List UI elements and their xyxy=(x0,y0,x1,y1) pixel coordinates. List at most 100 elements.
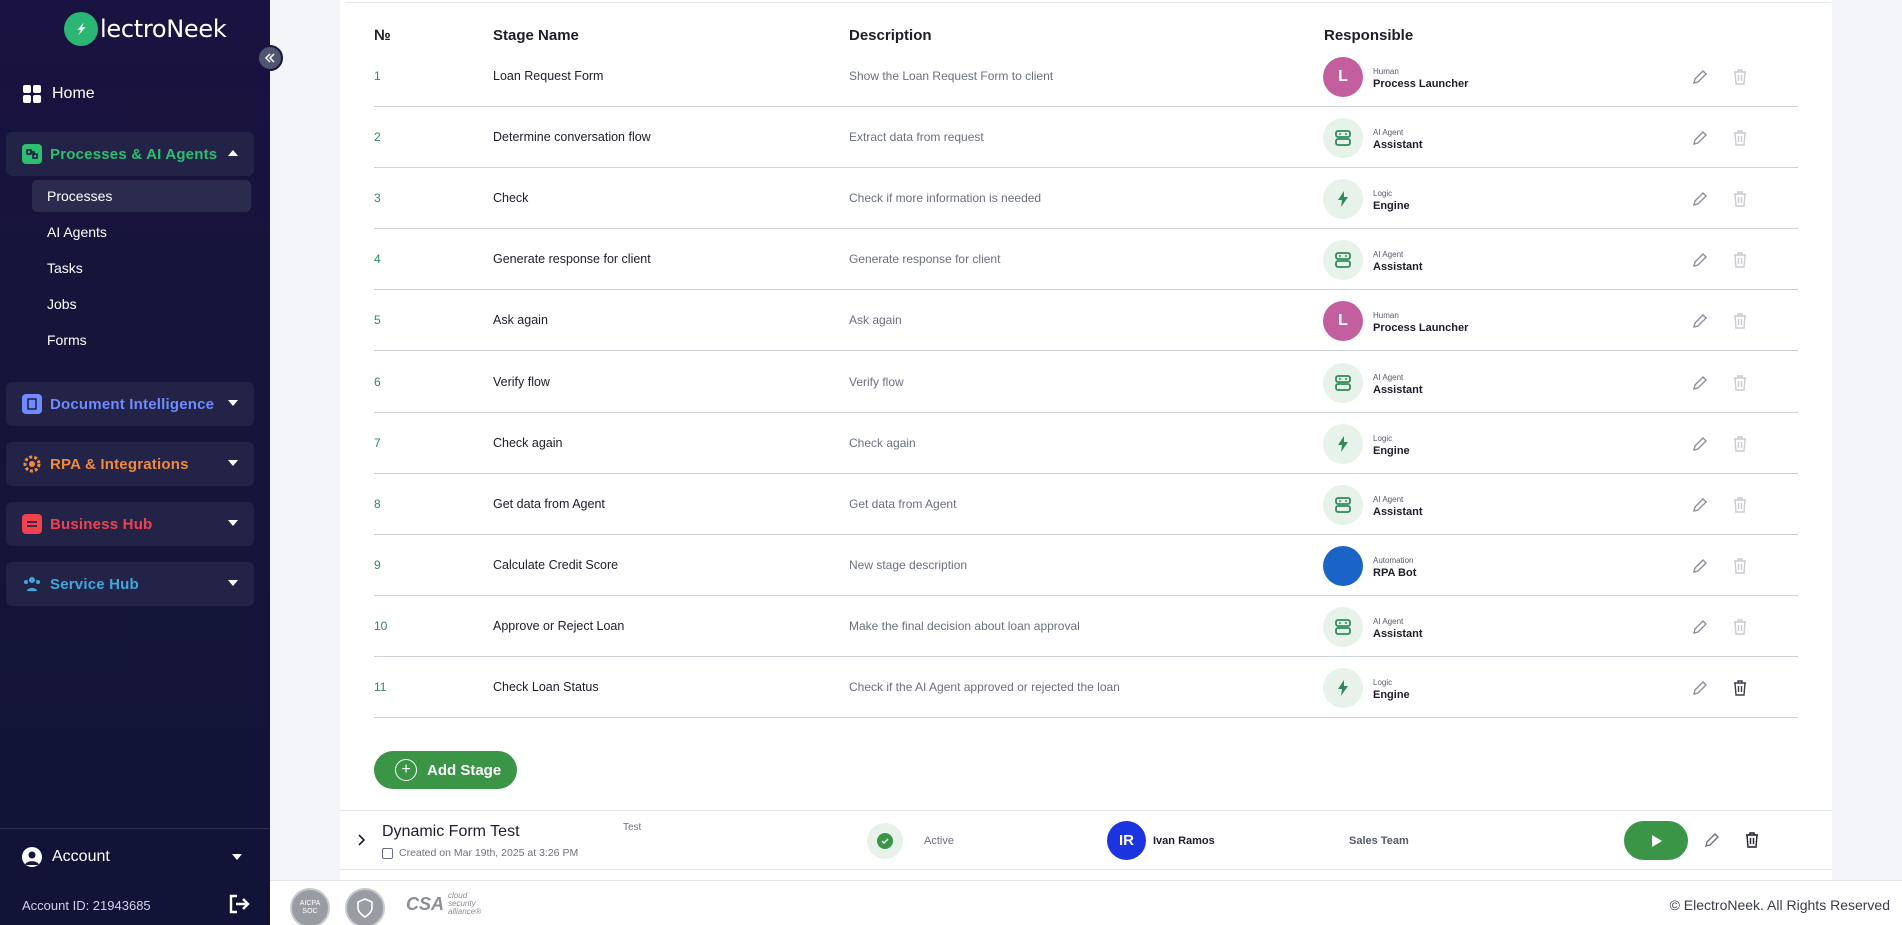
add-stage-button[interactable]: + Add Stage xyxy=(374,751,517,789)
nav-group-document-intelligence[interactable]: Document Intelligence xyxy=(6,382,254,426)
stage-number: 3 xyxy=(374,191,381,206)
responsible-name: RPA Bot xyxy=(1373,566,1417,579)
stage-number: 5 xyxy=(374,313,381,328)
edit-icon[interactable] xyxy=(1690,67,1710,87)
chevron-up-icon xyxy=(228,150,238,156)
nav-group-label: Document Intelligence xyxy=(50,395,215,413)
account-label: Account xyxy=(52,848,110,865)
edit-icon[interactable] xyxy=(1690,311,1710,331)
trash-icon[interactable] xyxy=(1730,189,1750,209)
sidebar-item-ai-agents[interactable]: AI Agents xyxy=(32,216,251,248)
stage-number: 6 xyxy=(374,374,381,389)
responsible-type: AI Agent xyxy=(1373,250,1404,260)
table-row[interactable]: 9 Calculate Credit Score New stage descrip… xyxy=(374,535,1798,596)
people-icon xyxy=(22,574,42,594)
process-created-text: Created on Mar 19th, 2025 at 3:26 PM xyxy=(399,847,579,859)
stage-name: Approve or Reject Loan xyxy=(493,618,625,633)
avatar: L xyxy=(1323,301,1363,342)
account-menu[interactable]: Account xyxy=(22,845,242,869)
run-process-button[interactable] xyxy=(1624,821,1688,860)
stage-name: Generate response for client xyxy=(493,252,651,267)
trash-icon[interactable] xyxy=(1730,617,1750,637)
responsible-name: Assistant xyxy=(1373,505,1423,518)
chevron-right-icon[interactable] xyxy=(352,831,370,849)
nav-group-label: RPA & Integrations xyxy=(50,455,189,473)
trash-icon[interactable] xyxy=(1730,373,1750,393)
ai-agent-icon xyxy=(1323,484,1363,525)
trash-icon[interactable] xyxy=(1730,434,1750,454)
user-icon xyxy=(22,847,42,867)
nav-group-label: Processes & AI Agents xyxy=(50,145,218,163)
trash-icon[interactable] xyxy=(1730,67,1750,87)
chevron-down-icon xyxy=(228,400,238,406)
stage-description: Generate response for client xyxy=(849,252,1001,267)
edit-icon[interactable] xyxy=(1690,617,1710,637)
responsible-name: Assistant xyxy=(1373,261,1423,274)
nav-group-business-hub[interactable]: Business Hub xyxy=(6,502,254,546)
edit-icon[interactable] xyxy=(1690,189,1710,209)
table-row[interactable]: 2 Determine conversation flow Extract data… xyxy=(374,107,1798,169)
collapse-sidebar-button[interactable] xyxy=(257,45,283,71)
table-row[interactable]: 5 Ask again Ask again L Human Process Launche… xyxy=(374,290,1798,352)
sidebar-item-jobs[interactable]: Jobs xyxy=(32,288,251,320)
column-header-stage-name: Stage Name xyxy=(493,27,579,44)
table-row[interactable]: 6 Verify flow Verify flow AI Agent Assistant xyxy=(374,352,1798,413)
copyright: © ElectroNeek. All Rights Reserved xyxy=(1669,897,1890,913)
stage-description: Make the final decision about loan appro… xyxy=(849,618,1080,633)
table-row[interactable]: 8 Get data from Agent Get data from Agent A… xyxy=(374,474,1798,535)
stage-description: Check again xyxy=(849,435,916,450)
edit-icon[interactable] xyxy=(1690,495,1710,515)
column-header-description: Description xyxy=(849,27,932,44)
process-title[interactable]: Dynamic Form Test xyxy=(382,823,520,841)
edit-icon[interactable] xyxy=(1690,678,1710,698)
table-row[interactable]: 3 Check Check if more information is neede… xyxy=(374,168,1798,230)
edit-icon[interactable] xyxy=(1690,373,1710,393)
trash-icon[interactable] xyxy=(1742,830,1762,850)
stage-name: Check Loan Status xyxy=(493,680,599,694)
edit-icon[interactable] xyxy=(1690,128,1710,148)
edit-icon[interactable] xyxy=(1702,830,1722,850)
trash-icon[interactable] xyxy=(1730,495,1750,515)
trash-icon[interactable] xyxy=(1730,556,1750,576)
avatar: L xyxy=(1323,57,1363,97)
divider xyxy=(0,828,270,829)
shield-icon xyxy=(357,898,373,918)
trash-icon[interactable] xyxy=(1730,311,1750,331)
responsible-name: Assistant xyxy=(1373,627,1423,640)
table-row[interactable]: 7 Check again Check again Logic Engine xyxy=(374,413,1798,474)
processes-icon xyxy=(22,144,42,164)
edit-icon[interactable] xyxy=(1690,556,1710,576)
nav-group-service-hub[interactable]: Service Hub xyxy=(6,562,254,606)
sidebar: lectroNeek Home Processes & AI Agents Pr… xyxy=(0,0,270,925)
process-row[interactable]: Dynamic Form Test Created on Mar 19th, 2… xyxy=(340,810,1832,870)
stage-name: Loan Request Form xyxy=(493,69,604,83)
trash-icon[interactable] xyxy=(1730,678,1750,698)
responsible-type: AI Agent xyxy=(1373,372,1404,382)
responsible-name: Process Launcher xyxy=(1373,322,1469,335)
sidebar-item-forms[interactable]: Forms xyxy=(32,324,251,356)
nav-home[interactable]: Home xyxy=(22,82,95,106)
trash-icon[interactable] xyxy=(1730,128,1750,148)
stage-description: New stage description xyxy=(849,557,968,572)
table-row[interactable]: 4 Generate response for client Generate re… xyxy=(374,229,1798,291)
table-row[interactable]: 11 Check Loan Status Check if the AI Agent… xyxy=(374,657,1798,718)
stage-number: 8 xyxy=(374,496,381,511)
edit-icon[interactable] xyxy=(1690,250,1710,270)
table-row[interactable]: 10 Approve or Reject Loan Make the final d… xyxy=(374,596,1798,657)
home-grid-icon xyxy=(23,85,41,103)
nav-group-processes[interactable]: Processes & AI Agents xyxy=(6,132,254,176)
responsible-type: Logic xyxy=(1373,189,1393,199)
responsible-name: Assistant xyxy=(1373,383,1423,396)
edit-icon[interactable] xyxy=(1690,434,1710,454)
stage-description: Extract data from request xyxy=(849,130,984,145)
table-row[interactable]: 1 Loan Request Form Show the Loan Request … xyxy=(374,46,1798,107)
sidebar-item-processes[interactable]: Processes xyxy=(32,180,251,212)
stage-name: Ask again xyxy=(493,313,548,328)
nav-group-rpa[interactable]: RPA & Integrations xyxy=(6,442,254,486)
electroneek-logo[interactable]: lectroNeek xyxy=(64,10,227,48)
logout-icon[interactable] xyxy=(228,894,250,914)
stage-name: Determine conversation flow xyxy=(493,130,651,145)
responsible-type: AI Agent xyxy=(1373,494,1404,504)
trash-icon[interactable] xyxy=(1730,250,1750,270)
sidebar-item-tasks[interactable]: Tasks xyxy=(32,252,251,284)
